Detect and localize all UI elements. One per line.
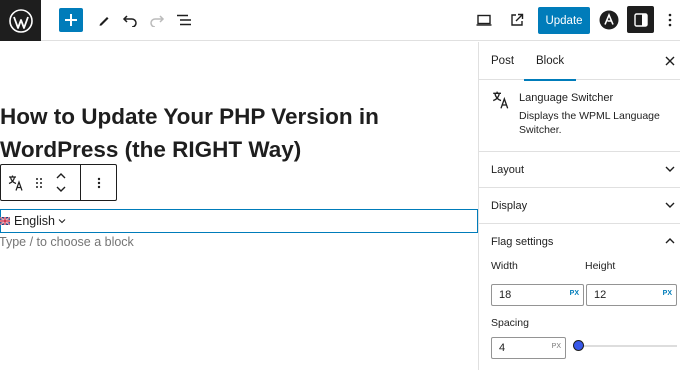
editor-top-bar: Update: [0, 0, 680, 41]
spacing-value: 4: [499, 342, 506, 354]
sidebar-panel-icon: [633, 12, 648, 27]
drag-handle-icon: [36, 178, 42, 188]
width-value: 18: [499, 289, 512, 301]
block-placeholder[interactable]: Type / to choose a block: [0, 235, 134, 249]
height-input[interactable]: 12 PX: [586, 284, 677, 306]
more-vertical-icon: [668, 13, 672, 27]
list-view-icon: [177, 14, 191, 26]
view-post-button[interactable]: [505, 8, 529, 32]
update-button[interactable]: Update: [538, 7, 590, 34]
panel-title: Display: [491, 200, 528, 212]
settings-sidebar: Post Block Language Switcher Displays th…: [478, 42, 680, 370]
chevron-down-icon: [58, 219, 66, 224]
uk-flag-icon: [0, 217, 10, 225]
height-value: 12: [594, 289, 607, 301]
settings-button[interactable]: [627, 6, 654, 33]
block-type-button[interactable]: [5, 171, 27, 195]
width-label: Width: [491, 260, 518, 272]
spacing-label: Spacing: [491, 317, 529, 329]
panel-flag-settings[interactable]: Flag settings: [479, 224, 680, 260]
panel-layout[interactable]: Layout: [479, 152, 680, 188]
add-block-button[interactable]: [59, 8, 83, 32]
redo-button[interactable]: [145, 8, 169, 32]
translate-icon: [8, 175, 23, 191]
spacing-slider-thumb[interactable]: [573, 340, 584, 351]
width-unit: PX: [569, 290, 579, 297]
height-unit: PX: [662, 290, 672, 297]
sidebar-tabs: Post Block: [479, 42, 680, 81]
list-view-button[interactable]: [172, 8, 196, 32]
tab-block[interactable]: Block: [523, 42, 577, 81]
block-card: Language Switcher Displays the WPML Lang…: [479, 80, 680, 152]
astra-icon: [599, 10, 619, 30]
spacing-unit: PX: [551, 343, 561, 350]
block-name: Language Switcher: [519, 92, 614, 104]
panel-title: Layout: [491, 164, 525, 176]
plus-icon: [65, 14, 77, 26]
language-label: English: [14, 214, 55, 228]
spacing-input[interactable]: 4 PX: [491, 337, 566, 359]
pencil-icon: [99, 17, 109, 26]
block-toolbar: [0, 164, 117, 201]
language-switcher-block[interactable]: English: [0, 209, 478, 233]
translate-icon: [492, 91, 509, 109]
panel-display[interactable]: Display: [479, 188, 680, 224]
move-buttons[interactable]: [53, 168, 69, 198]
external-link-icon: [511, 13, 524, 26]
wordpress-logo-icon[interactable]: [0, 0, 41, 41]
preview-button[interactable]: [472, 8, 496, 32]
chevron-up-icon: [665, 238, 675, 244]
close-icon: [665, 56, 675, 66]
close-sidebar-button[interactable]: [663, 54, 677, 68]
chevron-up-down-icon: [56, 173, 66, 192]
editor-canvas: How to Update Your PHP Version in WordPr…: [0, 42, 478, 370]
post-title[interactable]: How to Update Your PHP Version in WordPr…: [0, 100, 470, 166]
options-button[interactable]: [658, 8, 680, 32]
tools-button[interactable]: [92, 8, 116, 32]
undo-button[interactable]: [118, 8, 142, 32]
chevron-down-icon: [665, 202, 675, 208]
block-options-button[interactable]: [91, 171, 107, 195]
redo-icon: [150, 15, 165, 27]
chevron-down-icon: [665, 166, 675, 172]
desktop-icon: [476, 14, 492, 26]
spacing-slider-track[interactable]: [579, 345, 677, 347]
height-label: Height: [585, 260, 616, 272]
tab-post[interactable]: Post: [491, 42, 514, 80]
toolbar-divider: [80, 165, 81, 200]
panel-title: Flag settings: [491, 236, 554, 248]
block-description: Displays the WPML Language Switcher.: [519, 110, 660, 136]
width-input[interactable]: 18 PX: [491, 284, 584, 306]
undo-icon: [122, 15, 137, 27]
more-vertical-icon: [97, 177, 101, 189]
astra-button[interactable]: [597, 8, 621, 32]
drag-handle[interactable]: [32, 171, 46, 195]
